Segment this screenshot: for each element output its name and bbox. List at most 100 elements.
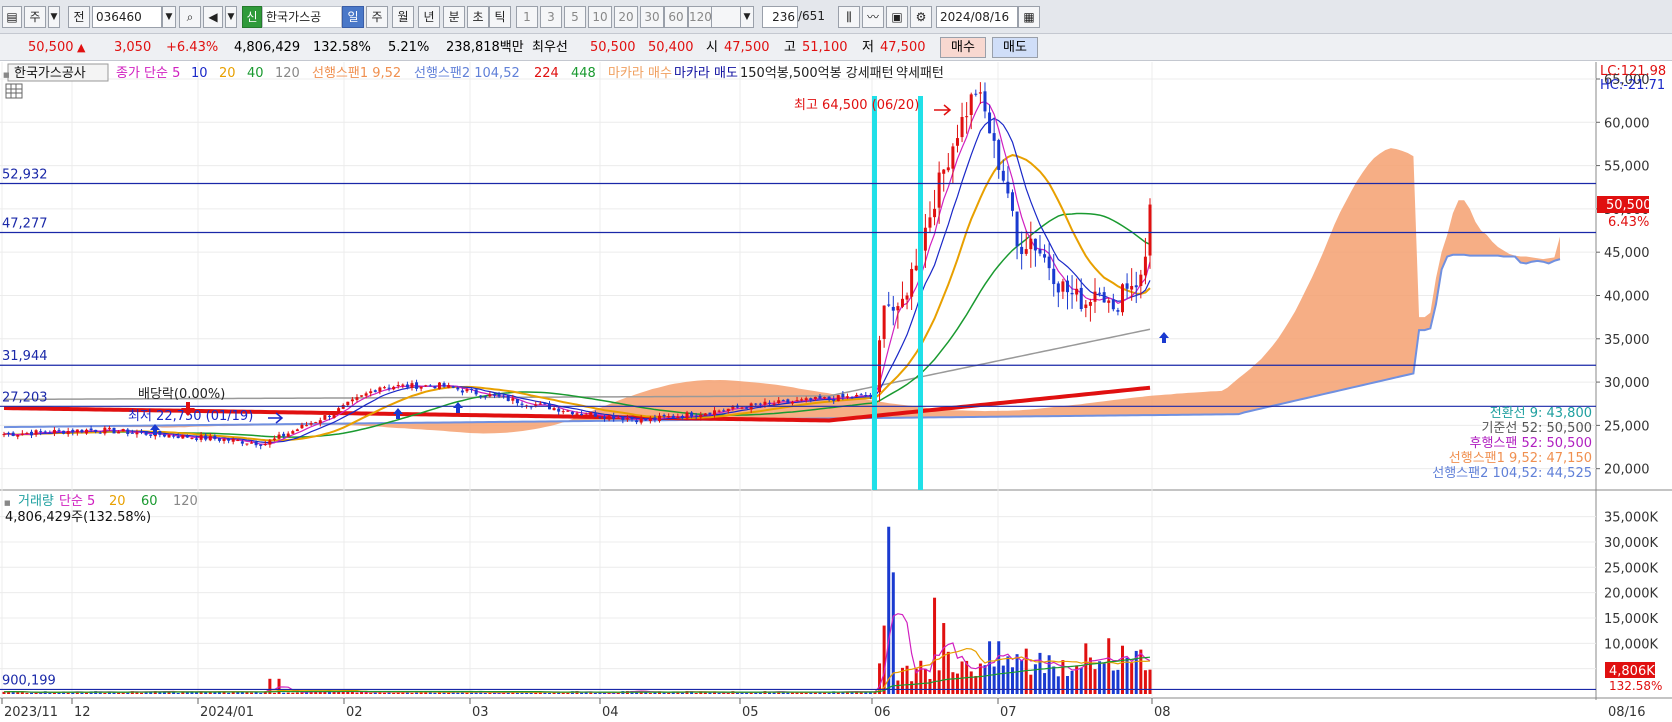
time-tick-label: 02 bbox=[346, 705, 363, 720]
price-tick-label: 20,000 bbox=[1604, 463, 1650, 478]
date-input[interactable]: 2024/08/16 bbox=[936, 6, 1018, 28]
legend-item: 20 bbox=[219, 66, 236, 81]
stock-chart[interactable]: 65,00060,00055,00050,00045,00040,00035,0… bbox=[0, 62, 1672, 722]
candle-body bbox=[960, 117, 964, 138]
period-tab[interactable]: 주 bbox=[366, 6, 388, 28]
interval-button[interactable]: 10 bbox=[588, 6, 612, 28]
candle-body bbox=[11, 432, 15, 436]
event-bar bbox=[872, 96, 877, 490]
table-icon bbox=[5, 83, 23, 99]
interval-button[interactable]: 60 bbox=[664, 6, 688, 28]
volume-current: 4,806,429주(132.58%) bbox=[5, 510, 151, 525]
candle-body bbox=[813, 396, 817, 399]
candle-body bbox=[1120, 284, 1124, 313]
candle-body bbox=[575, 413, 579, 415]
candle-body bbox=[254, 441, 258, 446]
interval-button[interactable]: 1 bbox=[516, 6, 538, 28]
candle-body bbox=[818, 396, 822, 399]
volume-bar bbox=[1107, 638, 1111, 694]
candle-body bbox=[804, 398, 808, 401]
code-input[interactable]: 036460 bbox=[92, 6, 162, 28]
candle-body bbox=[593, 413, 597, 417]
volume-bar bbox=[561, 692, 565, 694]
candle-body bbox=[415, 382, 419, 389]
candle-body bbox=[910, 268, 914, 297]
volume-bar bbox=[1120, 645, 1124, 694]
time-tick-label: 12 bbox=[74, 705, 91, 720]
save-icon[interactable]: ▣ bbox=[886, 6, 908, 28]
interval-button[interactable]: 20 bbox=[614, 6, 638, 28]
candle-body bbox=[103, 427, 107, 434]
interval-button[interactable]: 5 bbox=[564, 6, 586, 28]
search-icon[interactable]: ⌕ bbox=[179, 6, 201, 28]
interval-dropdown-icon[interactable]: ▼ bbox=[740, 6, 754, 28]
buy-button[interactable]: 매수 bbox=[940, 37, 986, 58]
price-tick-label: 30,000 bbox=[1604, 376, 1650, 391]
volume-bar bbox=[910, 681, 914, 694]
candle-body bbox=[39, 431, 43, 433]
candle-body bbox=[387, 387, 391, 389]
sell-button[interactable]: 매도 bbox=[992, 37, 1038, 58]
period-tab-label: 월 bbox=[397, 10, 409, 24]
speaker-dropdown-icon[interactable]: ▼ bbox=[225, 6, 237, 28]
candle-body bbox=[300, 424, 304, 429]
gear-icon[interactable]: ⚙ bbox=[910, 6, 932, 28]
candle-body bbox=[1075, 288, 1079, 295]
interval-button[interactable]: 3 bbox=[540, 6, 562, 28]
time-tick-label: 2023/11 bbox=[4, 705, 58, 720]
candle-body bbox=[988, 112, 992, 134]
period-tab[interactable]: 월 bbox=[392, 6, 414, 28]
period-tab[interactable]: 일 bbox=[342, 6, 364, 28]
volume-bar bbox=[942, 623, 946, 694]
candle-icon[interactable]: ⫼ bbox=[838, 6, 860, 28]
price-change: 3,050 bbox=[114, 40, 152, 55]
candle-body bbox=[332, 413, 336, 418]
layout-icon[interactable]: ▤ bbox=[2, 6, 22, 28]
calendar-icon[interactable]: ▦ bbox=[1018, 6, 1040, 28]
candle-body bbox=[1088, 302, 1092, 306]
candle-body bbox=[107, 427, 111, 429]
volume-bar bbox=[80, 692, 84, 694]
prev-button[interactable]: 전 bbox=[68, 6, 90, 28]
candle-body bbox=[497, 394, 501, 397]
candle-body bbox=[1148, 204, 1152, 256]
interval-button-label: 3 bbox=[547, 10, 555, 24]
candle-body bbox=[836, 395, 840, 402]
candle-body bbox=[291, 431, 295, 434]
candle-body bbox=[236, 440, 240, 442]
candle-body bbox=[882, 305, 886, 340]
volume-tick-label: 25,000K bbox=[1604, 561, 1658, 576]
count-input[interactable]: 236 bbox=[762, 6, 798, 28]
volume-bar bbox=[282, 692, 286, 694]
period-tab[interactable]: 분 bbox=[443, 6, 465, 28]
candle-body bbox=[43, 431, 47, 433]
candle-body bbox=[552, 408, 556, 411]
candle-body bbox=[162, 434, 166, 437]
legend-item: 448 bbox=[571, 66, 596, 81]
last-pct-label: 6.43% bbox=[1608, 215, 1649, 230]
volume-bar bbox=[1125, 657, 1129, 694]
line-icon[interactable]: 〰 bbox=[862, 6, 884, 28]
period-tab[interactable]: 초 bbox=[467, 6, 489, 28]
code-dropdown-icon[interactable]: ▼ bbox=[162, 6, 176, 28]
candle-body bbox=[89, 428, 93, 431]
candle-body bbox=[1029, 238, 1033, 250]
interval-button[interactable]: 120 bbox=[688, 6, 712, 28]
reference-line-label: 27,203 bbox=[2, 390, 48, 405]
market-select[interactable]: 주 bbox=[24, 6, 46, 28]
legend-item: 150억봉,500억봉 강세패턴 bbox=[740, 66, 894, 81]
period-tab-label: 초 bbox=[472, 10, 484, 24]
speaker-icon[interactable]: ◀ bbox=[203, 6, 223, 28]
volume-bar bbox=[227, 692, 231, 694]
candle-body bbox=[447, 385, 451, 388]
candle-body bbox=[1024, 249, 1028, 254]
low-label: 저 bbox=[862, 40, 874, 55]
period-tab[interactable]: 틱 bbox=[489, 6, 511, 28]
period-tab[interactable]: 년 bbox=[418, 6, 440, 28]
market-dropdown-icon[interactable]: ▼ bbox=[48, 6, 60, 28]
candle-body bbox=[1043, 254, 1047, 258]
interval-button[interactable]: 30 bbox=[640, 6, 664, 28]
candle-body bbox=[1111, 299, 1115, 310]
candle-body bbox=[1143, 256, 1147, 276]
time-tick-label: 05 bbox=[742, 705, 759, 720]
